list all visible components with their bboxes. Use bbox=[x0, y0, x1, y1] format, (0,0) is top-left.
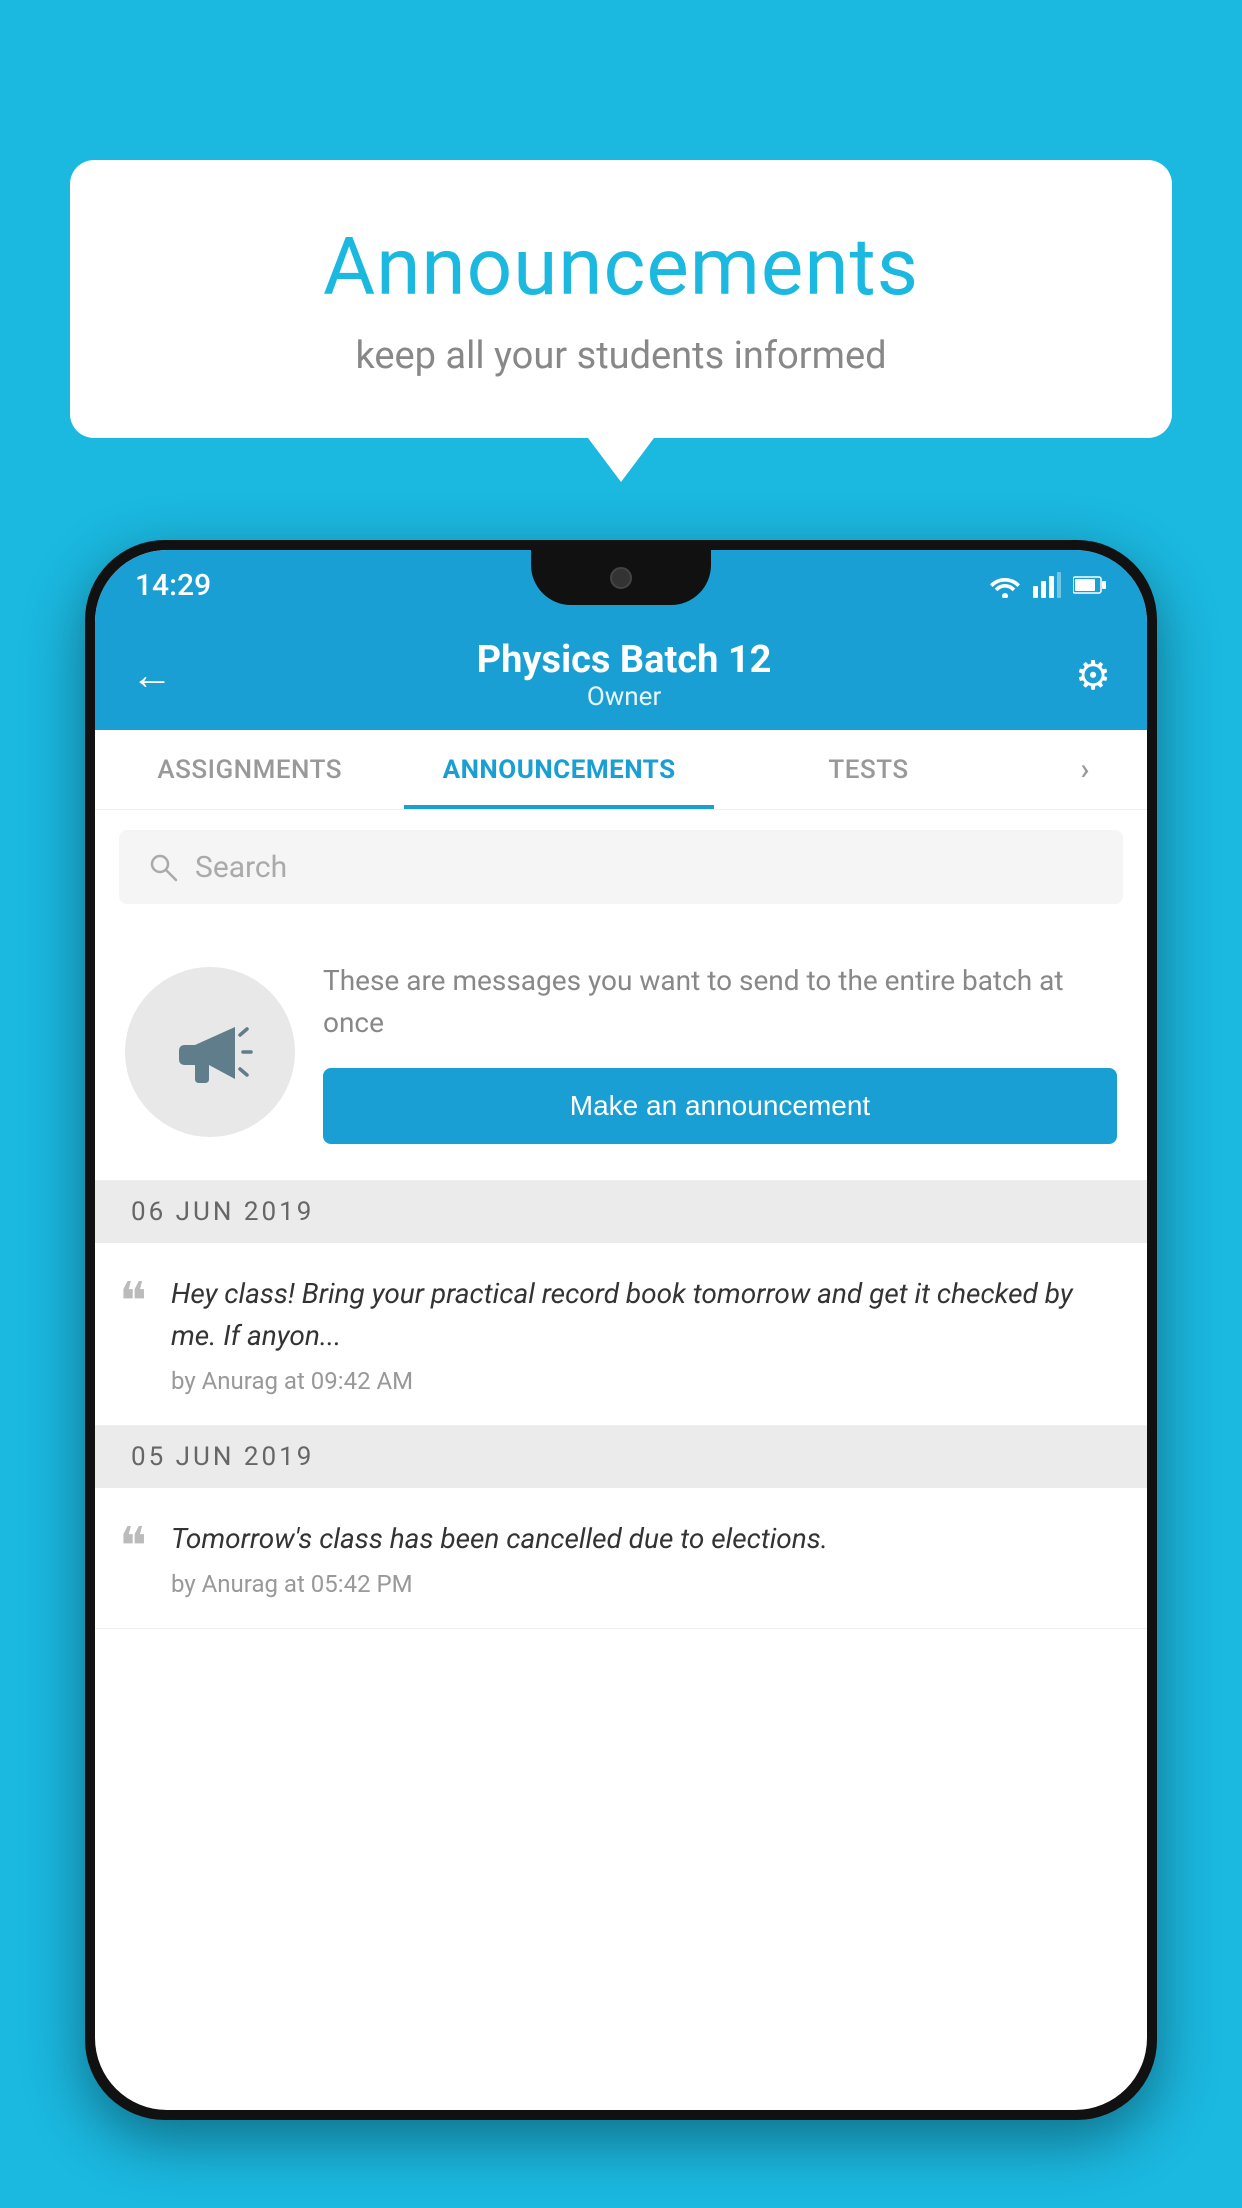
quote-icon-2: ❝ bbox=[119, 1522, 147, 1574]
notch bbox=[531, 550, 711, 605]
tab-announcements[interactable]: ANNOUNCEMENTS bbox=[404, 730, 713, 809]
tab-assignments[interactable]: ASSIGNMENTS bbox=[95, 730, 404, 809]
announcement-meta: by Anurag at 09:42 AM bbox=[171, 1367, 1117, 1395]
wifi-icon bbox=[989, 572, 1021, 598]
search-container: Search bbox=[95, 810, 1147, 924]
tab-tests[interactable]: TESTS bbox=[714, 730, 1023, 809]
battery-icon bbox=[1073, 575, 1107, 595]
speech-bubble-section: Announcements keep all your students inf… bbox=[70, 160, 1172, 438]
phone-screen: 14:29 bbox=[95, 550, 1147, 2110]
phone-frame: 14:29 bbox=[85, 540, 1157, 2120]
date-divider-june6: 06 JUN 2019 bbox=[95, 1181, 1147, 1243]
speech-bubble: Announcements keep all your students inf… bbox=[70, 160, 1172, 438]
promo-description: These are messages you want to send to t… bbox=[323, 960, 1117, 1044]
announcement-text: Hey class! Bring your practical record b… bbox=[171, 1273, 1117, 1357]
announcement-item-2[interactable]: ❝ Tomorrow's class has been cancelled du… bbox=[95, 1488, 1147, 1629]
settings-button[interactable]: ⚙ bbox=[1075, 652, 1111, 699]
make-announcement-button[interactable]: Make an announcement bbox=[323, 1068, 1117, 1144]
phone-container: 14:29 bbox=[85, 540, 1157, 2208]
promo-card: These are messages you want to send to t… bbox=[95, 924, 1147, 1181]
date-divider-june5: 05 JUN 2019 bbox=[95, 1426, 1147, 1488]
quote-icon: ❝ bbox=[119, 1277, 147, 1329]
announcement-meta-2: by Anurag at 05:42 PM bbox=[171, 1570, 1117, 1598]
search-icon bbox=[147, 851, 179, 883]
batch-title: Physics Batch 12 bbox=[477, 638, 772, 682]
signal-icon bbox=[1033, 572, 1061, 598]
announcements-title: Announcements bbox=[150, 220, 1092, 314]
status-time: 14:29 bbox=[135, 568, 211, 603]
announcement-text-2: Tomorrow's class has been cancelled due … bbox=[171, 1518, 1117, 1560]
back-button[interactable]: ← bbox=[131, 651, 173, 700]
tab-bar: ASSIGNMENTS ANNOUNCEMENTS TESTS › bbox=[95, 730, 1147, 810]
status-bar: 14:29 bbox=[95, 550, 1147, 620]
announcement-item[interactable]: ❝ Hey class! Bring your practical record… bbox=[95, 1243, 1147, 1426]
megaphone-icon bbox=[165, 1007, 255, 1097]
status-icons bbox=[989, 572, 1107, 598]
announcement-content: Hey class! Bring your practical record b… bbox=[171, 1273, 1117, 1395]
announcements-subtitle: keep all your students informed bbox=[150, 334, 1092, 378]
batch-subtitle: Owner bbox=[477, 682, 772, 712]
promo-content: These are messages you want to send to t… bbox=[323, 960, 1117, 1144]
announcement-content-2: Tomorrow's class has been cancelled due … bbox=[171, 1518, 1117, 1598]
tab-more[interactable]: › bbox=[1023, 730, 1147, 809]
promo-icon-circle bbox=[125, 967, 295, 1137]
header-center: Physics Batch 12 Owner bbox=[477, 638, 772, 712]
front-camera bbox=[610, 567, 632, 589]
app-header: ← Physics Batch 12 Owner ⚙ bbox=[95, 620, 1147, 730]
search-bar[interactable]: Search bbox=[119, 830, 1123, 904]
search-placeholder: Search bbox=[195, 850, 287, 885]
